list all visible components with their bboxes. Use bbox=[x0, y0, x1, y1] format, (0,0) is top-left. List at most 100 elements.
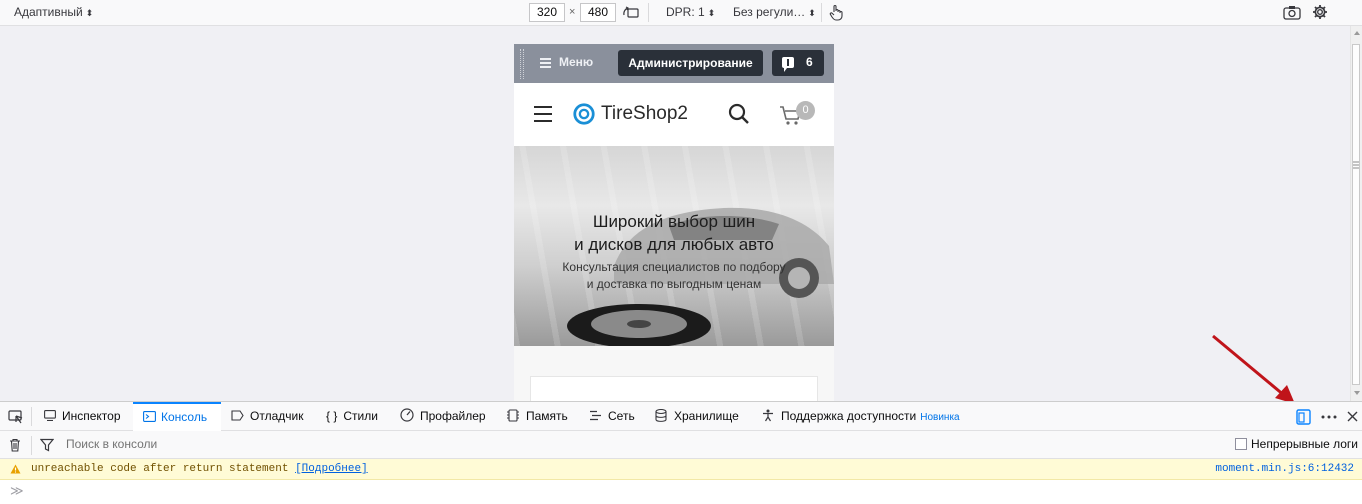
console-filter-bar: Поиск в консоли Непрерывные логи bbox=[0, 431, 1362, 459]
tire-image bbox=[567, 304, 711, 346]
console-warning-message[interactable]: unreachable code after return statement … bbox=[0, 459, 1362, 480]
persist-logs-toggle[interactable]: Непрерывные логи bbox=[1235, 437, 1358, 451]
trash-icon[interactable] bbox=[9, 438, 21, 452]
content-section bbox=[514, 346, 834, 401]
search-icon[interactable] bbox=[728, 103, 750, 125]
tab-style-editor[interactable]: { } Стили bbox=[318, 402, 388, 431]
info-bubble-icon bbox=[782, 57, 794, 72]
toolbar-separator bbox=[31, 436, 32, 455]
tab-label: Отладчик bbox=[250, 409, 304, 423]
throttle-label: Без регули… bbox=[733, 5, 806, 19]
console-icon bbox=[143, 411, 156, 422]
hamburger-icon bbox=[540, 56, 551, 70]
admin-bar: Меню Администрирование 6 bbox=[514, 44, 834, 83]
hero-subtitle-line2: и доставка по выгодным ценам bbox=[586, 277, 762, 291]
warning-message: unreachable code after return statement bbox=[31, 463, 289, 475]
memory-icon bbox=[507, 409, 519, 422]
prompt-chevron-icon: ≫ bbox=[10, 484, 24, 499]
hero-title-line1: Широкий выбор шин bbox=[592, 212, 756, 231]
cart-count-badge: 0 bbox=[796, 101, 815, 120]
toolbar-separator bbox=[648, 3, 649, 22]
accessibility-icon bbox=[763, 409, 773, 422]
notifications-count: 6 bbox=[806, 55, 813, 69]
rotate-icon[interactable] bbox=[622, 5, 640, 21]
viewport-width-input[interactable]: 320 bbox=[529, 3, 565, 22]
chevron-updown-icon: ⬍ bbox=[85, 8, 94, 18]
device-selector[interactable]: Адаптивный ⬍ bbox=[14, 0, 93, 25]
hero-subtitle: Консультация специалистов по подбору и д… bbox=[514, 259, 834, 293]
logo-text[interactable]: TireShop2 bbox=[601, 103, 688, 125]
admin-menu-button[interactable]: Меню bbox=[540, 55, 593, 70]
warning-text: unreachable code after return statement … bbox=[31, 463, 368, 475]
dpr-label: DPR: 1 bbox=[666, 5, 705, 19]
network-icon bbox=[590, 410, 601, 421]
content-card bbox=[530, 376, 818, 401]
viewport-height-input[interactable]: 480 bbox=[580, 3, 616, 22]
annotation-arrow-icon bbox=[1212, 334, 1295, 404]
touch-simulation-icon[interactable] bbox=[829, 4, 843, 21]
dpr-selector[interactable]: DPR: 1 ⬍ bbox=[666, 0, 715, 25]
tab-accessibility[interactable]: Поддержка доступности Новинка bbox=[754, 402, 969, 431]
tab-label: Инспектор bbox=[62, 409, 121, 423]
scroll-up-arrow-icon[interactable] bbox=[1353, 30, 1361, 36]
tab-label: Память bbox=[526, 409, 568, 423]
inspector-icon bbox=[44, 410, 56, 422]
persist-logs-label: Непрерывные логи bbox=[1251, 437, 1359, 451]
tab-console[interactable]: Консоль bbox=[133, 402, 221, 431]
toolbar-separator bbox=[821, 3, 822, 22]
tab-memory[interactable]: Память bbox=[498, 402, 576, 431]
tab-network[interactable]: Сеть bbox=[581, 402, 643, 431]
learn-more-link[interactable]: [Подробнее] bbox=[295, 463, 368, 475]
tireshop-logo-icon[interactable] bbox=[571, 102, 597, 126]
tab-label: Профайлер bbox=[420, 409, 486, 423]
new-badge: Новинка bbox=[920, 412, 960, 423]
close-icon[interactable] bbox=[1347, 411, 1358, 422]
grip-icon bbox=[1353, 161, 1359, 169]
site-header: TireShop2 0 bbox=[514, 83, 834, 146]
console-input[interactable]: ≫ bbox=[0, 480, 1362, 504]
tab-label: Стили bbox=[343, 409, 378, 423]
dimension-times: × bbox=[569, 6, 576, 18]
hero-subtitle-line1: Консультация специалистов по подбору bbox=[562, 260, 786, 274]
storage-icon bbox=[655, 408, 667, 422]
notifications-button[interactable]: 6 bbox=[772, 50, 824, 76]
tab-storage[interactable]: Хранилище bbox=[647, 402, 749, 431]
scrollbar-thumb[interactable] bbox=[1352, 44, 1360, 385]
rdm-toolbar: Адаптивный ⬍ 320 × 480 DPR: 1 ⬍ Без регули… bbox=[0, 0, 1362, 26]
drag-handle[interactable] bbox=[520, 49, 524, 79]
camera-icon[interactable] bbox=[1283, 5, 1301, 20]
admin-menu-label: Меню bbox=[559, 55, 594, 69]
profiler-icon bbox=[400, 408, 414, 422]
tab-inspector[interactable]: Инспектор bbox=[36, 402, 128, 431]
responsive-design-mode-icon[interactable] bbox=[1296, 409, 1311, 425]
filter-icon[interactable] bbox=[40, 438, 54, 452]
persist-logs-checkbox[interactable] bbox=[1235, 438, 1247, 450]
tab-label: Консоль bbox=[161, 410, 208, 424]
toolbar-separator bbox=[31, 407, 32, 426]
warning-icon bbox=[10, 464, 21, 474]
site-menu-icon[interactable] bbox=[534, 106, 552, 127]
devtools-tabbar: Инспектор Консоль Отладчик { } Стили Проф… bbox=[0, 401, 1362, 431]
hero-title: Широкий выбор шин и дисков для любых авт… bbox=[514, 210, 834, 256]
tab-profiler[interactable]: Профайлер bbox=[392, 402, 492, 431]
tab-debugger[interactable]: Отладчик bbox=[223, 402, 311, 431]
administration-button[interactable]: Администрирование bbox=[618, 50, 763, 76]
more-options-icon[interactable] bbox=[1321, 415, 1337, 419]
element-picker-icon[interactable] bbox=[8, 410, 23, 424]
console-search-input[interactable]: Поиск в консоли bbox=[66, 437, 157, 451]
hero-banner[interactable]: Широкий выбор шин и дисков для любых авт… bbox=[514, 146, 834, 346]
gear-icon[interactable] bbox=[1312, 4, 1328, 20]
warning-source-link[interactable]: moment.min.js:6:12432 bbox=[1215, 463, 1354, 475]
tab-label: Сеть bbox=[608, 409, 635, 423]
device-selector-label: Адаптивный bbox=[14, 5, 83, 19]
chevron-updown-icon: ⬍ bbox=[808, 8, 816, 18]
tab-label: Поддержка доступности bbox=[781, 409, 917, 423]
debugger-icon bbox=[231, 410, 244, 421]
device-viewport: Меню Администрирование 6 TireShop2 0 Шир… bbox=[514, 44, 834, 401]
braces-icon: { } bbox=[326, 409, 338, 423]
scroll-down-arrow-icon[interactable] bbox=[1353, 390, 1361, 396]
tab-label: Хранилище bbox=[674, 409, 739, 423]
chevron-updown-icon: ⬍ bbox=[707, 8, 716, 18]
hero-title-line2: и дисков для любых авто bbox=[574, 235, 774, 254]
throttle-selector[interactable]: Без регули… ⬍ bbox=[733, 0, 816, 25]
